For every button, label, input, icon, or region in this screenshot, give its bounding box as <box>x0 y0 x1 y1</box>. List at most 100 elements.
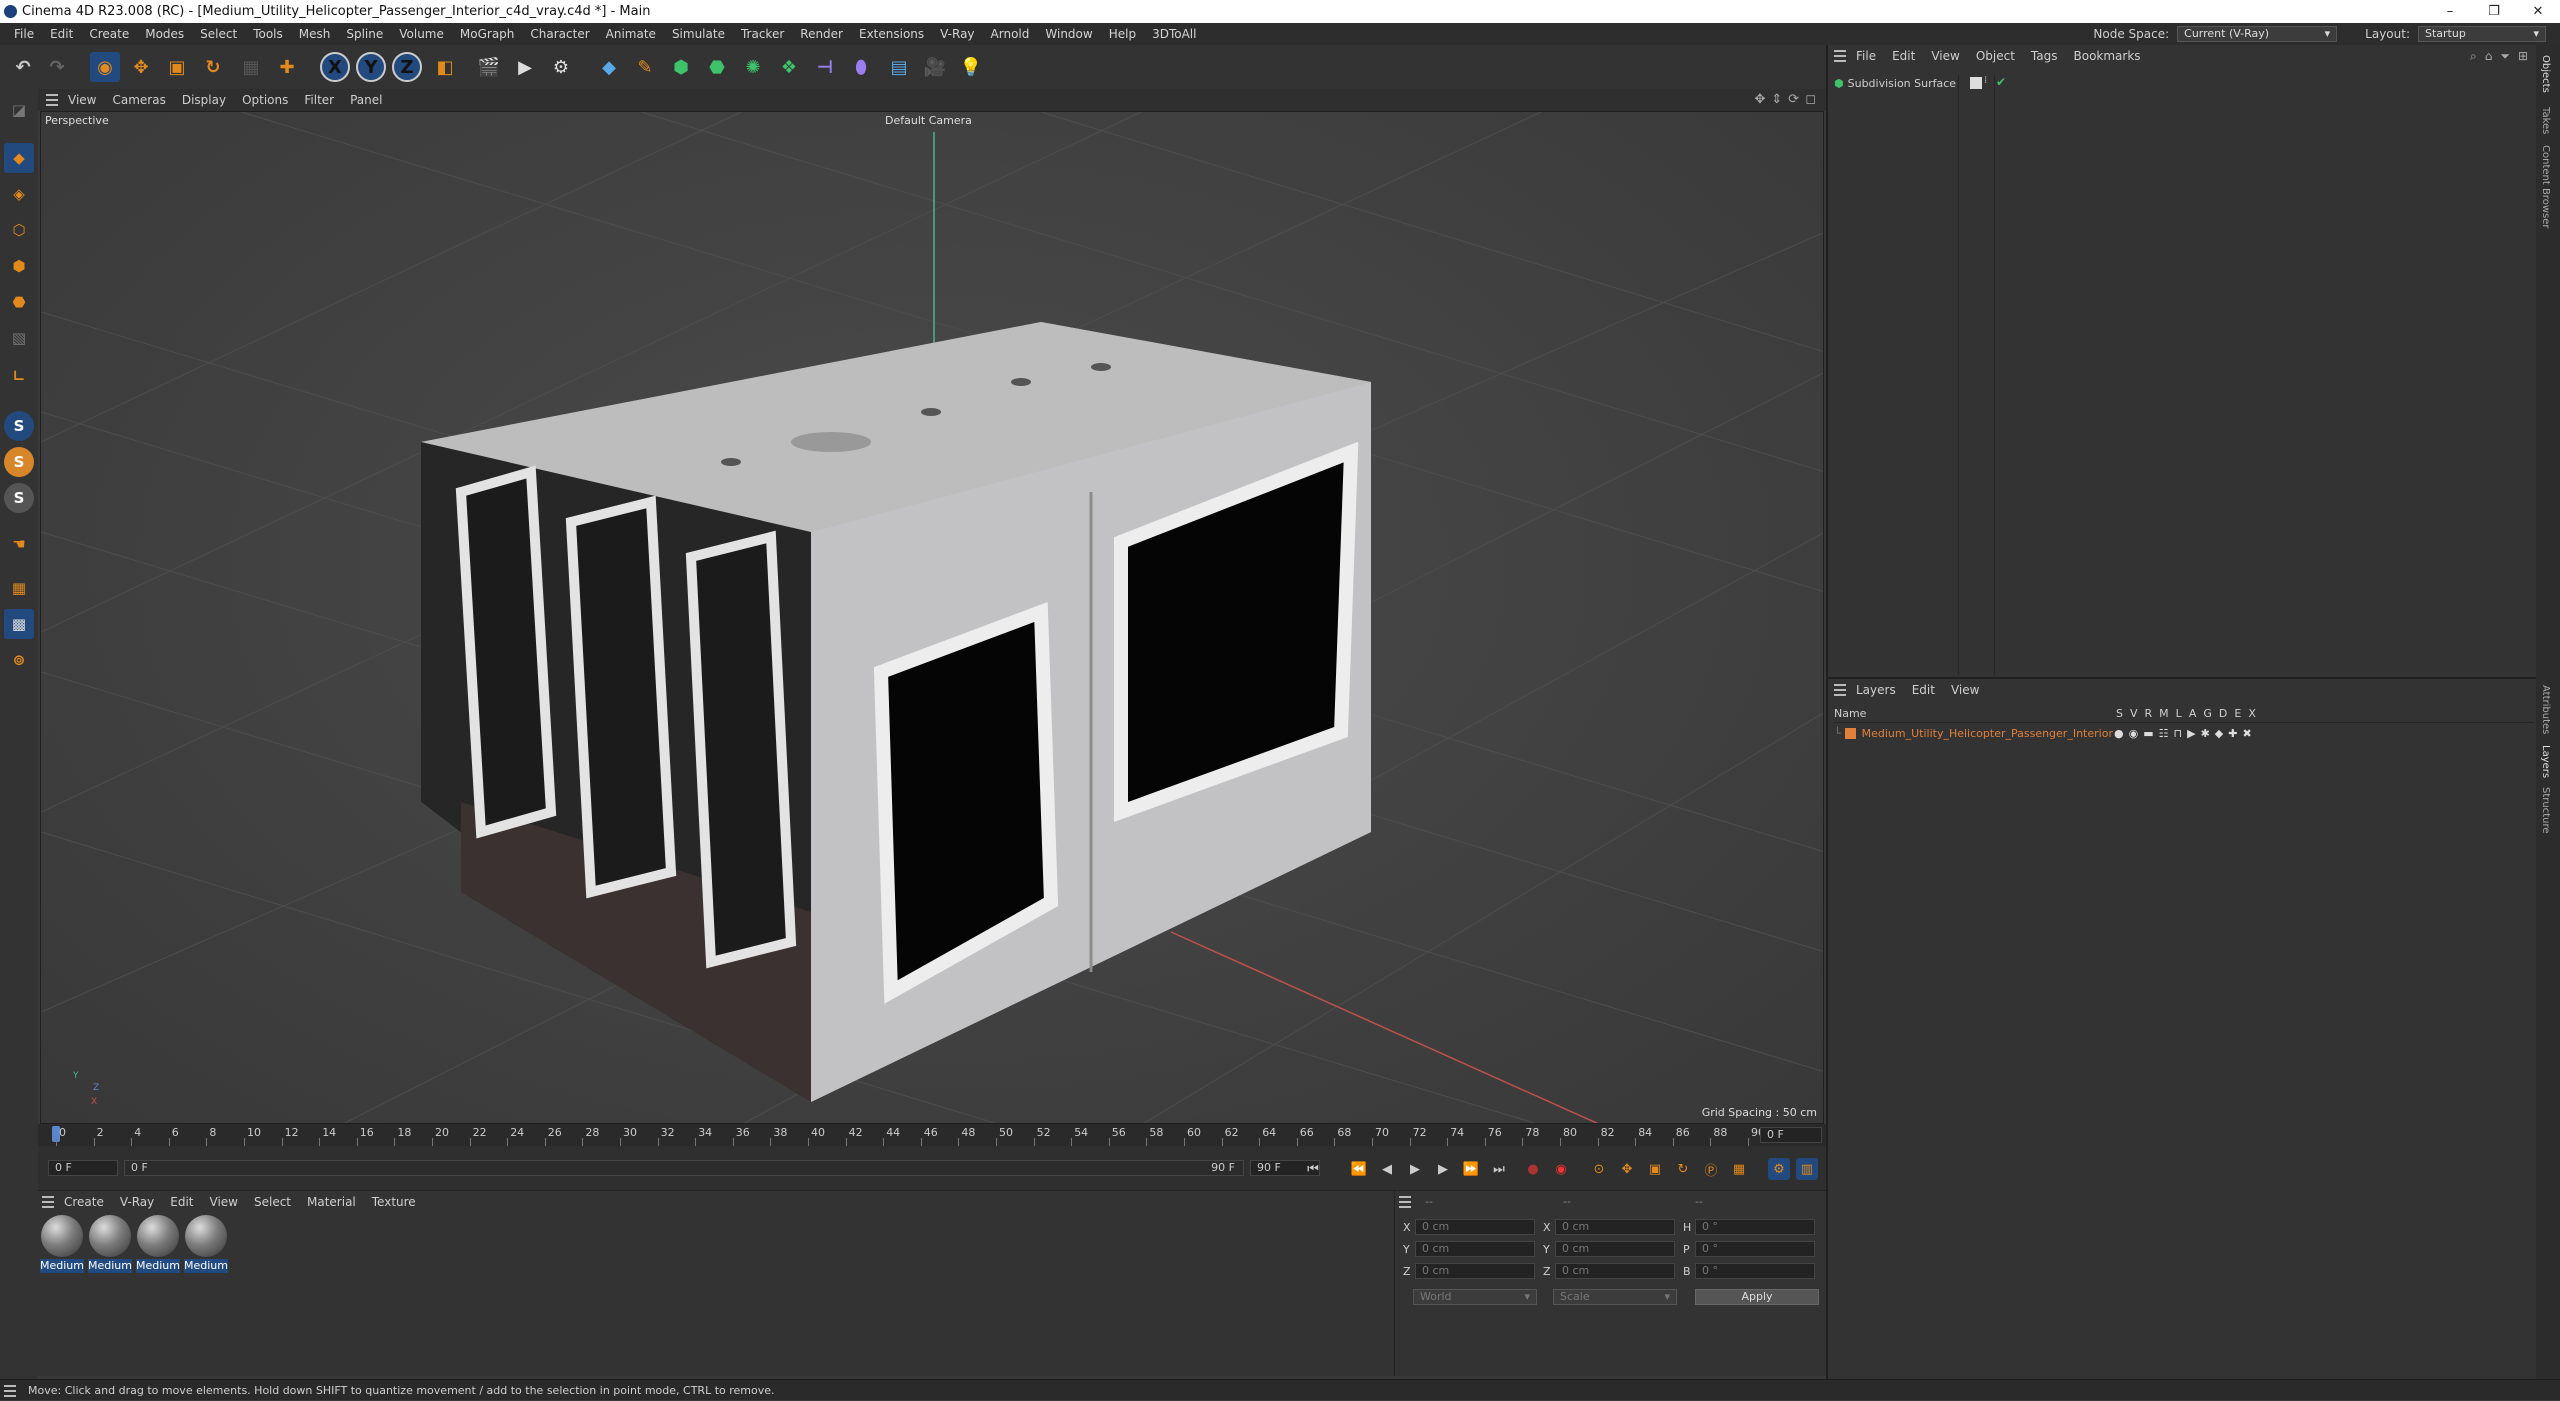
size-z-field[interactable]: 0 cm <box>1555 1263 1675 1279</box>
search-icon[interactable]: ⌕ <box>2470 45 2477 67</box>
rotation-p-field[interactable]: 0 ° <box>1695 1241 1815 1257</box>
mograph-icon[interactable]: ❖ <box>774 52 804 82</box>
lock-workplane-icon[interactable]: ⊚ <box>4 645 34 675</box>
pen-spline-icon[interactable]: ✎ <box>630 52 660 82</box>
object-hamburger-icon[interactable] <box>1830 45 1848 67</box>
viewport-menu-cameras[interactable]: Cameras <box>104 89 173 111</box>
viewport-menu-panel[interactable]: Panel <box>342 89 390 111</box>
subdivision-icon[interactable]: ⬢ <box>666 52 696 82</box>
tab-structure[interactable]: Structure <box>2540 787 2551 834</box>
light-icon[interactable]: 💡 <box>956 52 986 82</box>
rotate-icon[interactable]: ↻ <box>198 52 228 82</box>
deformer-icon[interactable]: ⊣ <box>810 52 840 82</box>
next-key-icon[interactable]: ⏩ <box>1460 1158 1482 1180</box>
eye-icon[interactable]: ◉ <box>2129 727 2139 740</box>
menu-character[interactable]: Character <box>522 23 597 45</box>
polygons-mode-icon[interactable]: ⬣ <box>4 287 34 317</box>
menu-arnold[interactable]: Arnold <box>983 23 1038 45</box>
key-select-icon[interactable]: ⊙ <box>1588 1158 1610 1180</box>
tweak-icon[interactable]: ☚ <box>4 529 34 559</box>
menu-tracker[interactable]: Tracker <box>733 23 792 45</box>
menu-3dtoall[interactable]: 3DToAll <box>1144 23 1204 45</box>
viewport-menu-options[interactable]: Options <box>234 89 296 111</box>
key-param-icon[interactable]: Ⓟ <box>1700 1158 1722 1180</box>
menu-mograph[interactable]: MoGraph <box>452 23 523 45</box>
render-settings-icon[interactable]: ⚙ <box>546 52 576 82</box>
cube-primitive-icon[interactable]: ◆ <box>594 52 624 82</box>
select-pointer-icon[interactable]: ◉ <box>90 52 120 82</box>
object-menu-bookmarks[interactable]: Bookmarks <box>2066 45 2149 67</box>
frame-range-slider[interactable]: 0 F 90 F <box>124 1160 1244 1176</box>
first-frame-icon[interactable]: ⏮ <box>1302 1158 1324 1180</box>
object-menu-view[interactable]: View <box>1923 45 1967 67</box>
tab-content-browser[interactable]: Content Browser <box>2540 145 2551 228</box>
material-menu-select[interactable]: Select <box>246 1191 299 1213</box>
tab-layers[interactable]: Layers <box>2540 745 2551 778</box>
viewport-pan-icon[interactable]: ✥ <box>1754 89 1765 111</box>
tab-takes[interactable]: Takes <box>2540 107 2551 134</box>
menu-select[interactable]: Select <box>192 23 245 45</box>
rotation-h-field[interactable]: 0 ° <box>1695 1219 1815 1235</box>
uv-mode-icon[interactable]: ▧ <box>4 323 34 353</box>
size-y-field[interactable]: 0 cm <box>1555 1241 1675 1257</box>
coord-hamburger-icon[interactable] <box>1395 1191 1413 1213</box>
home-icon[interactable]: ⌂ <box>2485 45 2493 67</box>
layer-menu-layers[interactable]: Layers <box>1848 679 1904 701</box>
layer-color-icon[interactable] <box>1970 77 1982 89</box>
apply-button[interactable]: Apply <box>1695 1289 1819 1305</box>
key-pla-icon[interactable]: ▦ <box>1728 1158 1750 1180</box>
layer-color-swatch[interactable] <box>1844 727 1856 739</box>
key-move-icon[interactable]: ✥ <box>1616 1158 1638 1180</box>
axis-y-button[interactable]: Y <box>356 52 386 82</box>
grid-snap-icon[interactable]: ▩ <box>4 609 34 639</box>
coord-mode-dropdown[interactable]: World ▾ <box>1413 1289 1537 1305</box>
material-menu-material[interactable]: Material <box>299 1191 364 1213</box>
prev-key-icon[interactable]: ⏪ <box>1348 1158 1370 1180</box>
play-icon[interactable]: ▶ <box>1404 1158 1426 1180</box>
material-swatch[interactable]: Medium <box>88 1215 132 1281</box>
menu-file[interactable]: File <box>6 23 42 45</box>
field-icon[interactable]: ⬮ <box>846 52 876 82</box>
menu-window[interactable]: Window <box>1037 23 1100 45</box>
axis-mode-icon[interactable]: ∟ <box>4 361 34 391</box>
menu-tools[interactable]: Tools <box>245 23 291 45</box>
new-view-icon[interactable]: ⊞ <box>2518 45 2528 67</box>
timeline-icon[interactable]: ▥ <box>1796 1158 1818 1180</box>
solo-toggle-icon[interactable]: ● <box>2114 727 2124 740</box>
redo-icon[interactable]: ↷ <box>42 52 72 82</box>
points-mode-icon[interactable]: ⬡ <box>4 215 34 245</box>
position-z-field[interactable]: 0 cm <box>1415 1263 1535 1279</box>
tab-objects[interactable]: Objects <box>2540 55 2551 93</box>
menu-extensions[interactable]: Extensions <box>851 23 932 45</box>
generator-icon[interactable]: ⬣ <box>702 52 732 82</box>
snap-s3-button[interactable]: S <box>4 483 34 513</box>
viewport-hamburger-icon[interactable] <box>42 89 60 111</box>
restore-button[interactable]: ❐ <box>2472 0 2516 23</box>
node-space-dropdown[interactable]: Current (V-Ray) ▾ <box>2177 26 2338 42</box>
move-icon[interactable]: ✥ <box>126 52 156 82</box>
expression-toggle-icon[interactable]: ✚ <box>2228 727 2237 740</box>
key-rotate-icon[interactable]: ↻ <box>1672 1158 1694 1180</box>
render-view-icon[interactable]: ▶ <box>510 52 540 82</box>
edges-mode-icon[interactable]: ⬢ <box>4 251 34 281</box>
coord-scale-dropdown[interactable]: Scale ▾ <box>1553 1289 1677 1305</box>
scale-icon[interactable]: ▣ <box>162 52 192 82</box>
camera-icon[interactable]: 🎥 <box>920 52 950 82</box>
layout-dropdown[interactable]: Startup ▾ <box>2418 26 2546 42</box>
render-region-icon[interactable]: 🎬 <box>474 52 504 82</box>
menu-render[interactable]: Render <box>792 23 851 45</box>
make-editable-icon[interactable]: ◪ <box>4 95 34 125</box>
viewport-camera-label[interactable]: Default Camera <box>885 114 972 127</box>
object-menu-object[interactable]: Object <box>1968 45 2023 67</box>
viewport-menu-view[interactable]: View <box>60 89 104 111</box>
menu-mesh[interactable]: Mesh <box>291 23 339 45</box>
menu-modes[interactable]: Modes <box>137 23 192 45</box>
axis-tool-icon[interactable]: ✚ <box>272 52 302 82</box>
visibility-dots-icon[interactable]: ⁞ <box>1984 75 1987 86</box>
recent-tool-icon[interactable]: ▦ <box>236 52 266 82</box>
manager-toggle-icon[interactable]: ☷ <box>2159 727 2169 740</box>
3d-viewport[interactable]: Perspective Default Camera Grid Spacing … <box>40 111 1824 1124</box>
last-frame-icon[interactable]: ⏭ <box>1488 1158 1510 1180</box>
viewport-menu-filter[interactable]: Filter <box>296 89 342 111</box>
viewport-rotate-icon[interactable]: ⟳ <box>1788 89 1799 111</box>
